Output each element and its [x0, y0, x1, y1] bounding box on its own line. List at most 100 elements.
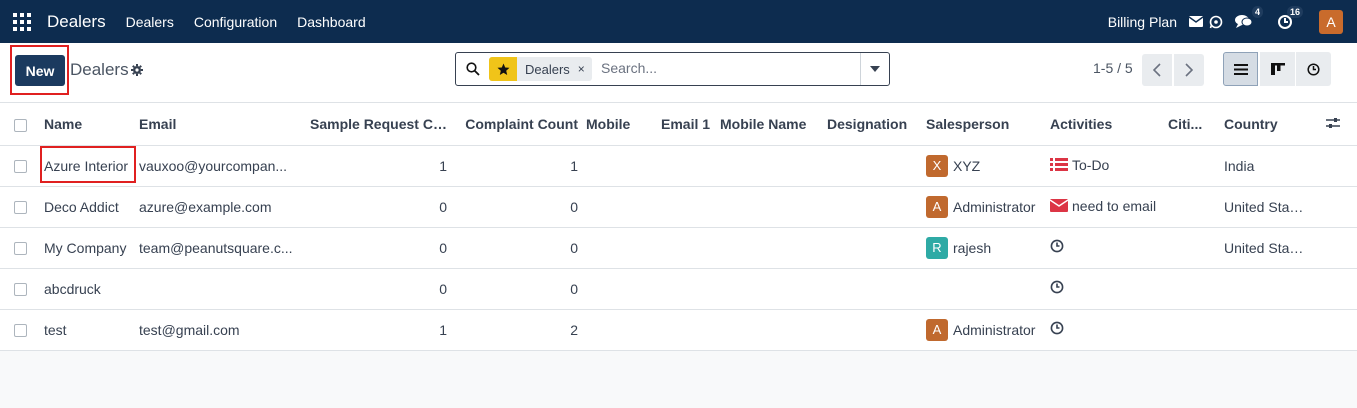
apps-grid-icon[interactable] — [13, 12, 31, 31]
cell-salesperson[interactable]: A Administrator — [922, 186, 1046, 228]
search-dropdown-toggle[interactable] — [860, 53, 889, 85]
search-facet[interactable]: Dealers × — [489, 57, 592, 81]
cell-sample-count: 0 — [306, 186, 451, 228]
col-name[interactable]: Name — [40, 103, 135, 146]
activity-view-button[interactable] — [1296, 52, 1331, 86]
avatar: A — [926, 318, 948, 341]
pager-previous-button[interactable] — [1142, 54, 1172, 86]
search-input[interactable] — [601, 60, 856, 76]
new-button-highlight: New — [10, 45, 69, 95]
salesperson-name: XYZ — [953, 157, 981, 174]
col-cities[interactable]: Citi... — [1164, 103, 1220, 146]
cell-sample-count: 1 — [306, 145, 451, 187]
control-panel: New Dealers Dealers × 1-5 / 5 — [0, 43, 1357, 103]
clock-icon[interactable] — [1050, 239, 1064, 253]
table-row[interactable]: Deco Addict azure@example.com 0 0 A Admin… — [0, 186, 1357, 228]
col-mobile-name[interactable]: Mobile Name — [716, 103, 823, 146]
cell-name[interactable]: Deco Addict — [40, 186, 135, 228]
list-view-button[interactable] — [1223, 52, 1258, 86]
cell-country: United States — [1220, 186, 1308, 228]
col-email-1[interactable]: Email 1 — [649, 103, 716, 146]
salesperson-name: Administrator — [953, 321, 1036, 338]
page-title[interactable]: Dealers — [70, 60, 129, 80]
whatsapp-icon[interactable] — [1209, 15, 1223, 29]
cell-complaint-count: 1 — [451, 145, 582, 187]
search-bar[interactable]: Dealers × — [455, 52, 890, 86]
pager-next-button[interactable] — [1174, 54, 1204, 86]
menu-configuration[interactable]: Configuration — [194, 14, 277, 30]
cell-sample-count: 0 — [306, 268, 451, 310]
cell-country: United States — [1220, 227, 1308, 269]
cell-sample-count: 1 — [306, 309, 451, 351]
cell-activity[interactable]: need to email — [1046, 186, 1164, 228]
clock-icon — [1307, 62, 1320, 76]
table-row[interactable]: Azure Interior vauxoo@yourcompan... 1 1 … — [0, 145, 1357, 187]
billing-plan-link[interactable]: Billing Plan — [1108, 14, 1177, 30]
activity-badge: 16 — [1286, 5, 1303, 18]
user-avatar[interactable]: A — [1319, 9, 1343, 34]
kanban-view-button[interactable] — [1260, 52, 1295, 86]
activity-label: To-Do — [1072, 156, 1110, 173]
col-mobile[interactable]: Mobile — [582, 103, 649, 146]
menu-dealers[interactable]: Dealers — [126, 14, 174, 30]
col-designation[interactable]: Designation — [823, 103, 922, 146]
activity-clock-icon[interactable]: 16 — [1277, 5, 1303, 30]
facet-close-icon[interactable]: × — [578, 62, 592, 76]
activity-label: need to email — [1072, 197, 1157, 214]
cell-activity[interactable] — [1046, 309, 1164, 351]
salesperson-name: rajesh — [953, 239, 992, 256]
table-row[interactable]: My Company team@peanutsquare.c... 0 0 Rr… — [0, 227, 1357, 269]
cell-activity[interactable]: To-Do — [1046, 145, 1164, 187]
row-checkbox[interactable] — [14, 324, 27, 338]
cell-activity[interactable] — [1046, 268, 1164, 310]
cell-name[interactable]: test — [40, 309, 135, 351]
cell-complaint-count: 0 — [451, 227, 582, 269]
avatar: X — [926, 154, 948, 177]
cell-name[interactable]: abcdruck — [40, 268, 135, 310]
table-header-row: Name Email Sample Request Co... Complain… — [0, 103, 1357, 146]
cell-salesperson[interactable]: Rrajesh — [922, 227, 1046, 269]
cell-activity[interactable] — [1046, 227, 1164, 269]
select-all-checkbox[interactable] — [14, 118, 27, 132]
col-country[interactable]: Country — [1220, 103, 1308, 146]
caret-down-icon — [870, 66, 880, 72]
list-icon — [1233, 63, 1248, 75]
row-checkbox[interactable] — [14, 160, 27, 174]
avatar: R — [926, 236, 948, 259]
optional-columns-icon[interactable] — [1325, 116, 1340, 132]
col-salesperson[interactable]: Salesperson — [922, 103, 1046, 146]
row-checkbox[interactable] — [14, 242, 27, 256]
envelope-icon[interactable] — [1189, 16, 1203, 27]
new-button[interactable]: New — [15, 55, 65, 86]
col-email[interactable]: Email — [135, 103, 306, 146]
clock-icon[interactable] — [1050, 280, 1064, 294]
col-sample-request-count[interactable]: Sample Request Co... — [306, 103, 451, 146]
cell-salesperson[interactable]: A Administrator — [922, 309, 1046, 351]
envelope-icon — [1050, 199, 1068, 213]
star-icon — [489, 57, 517, 81]
salesperson-name: Administrator — [953, 198, 1036, 215]
cell-salesperson[interactable]: X XYZ — [922, 145, 1046, 187]
cell-name[interactable]: Azure Interior — [40, 145, 135, 187]
table-row[interactable]: abcdruck 0 0 — [0, 268, 1357, 310]
gear-icon[interactable] — [131, 63, 143, 79]
chat-icon[interactable]: 4 — [1235, 6, 1263, 29]
col-activities[interactable]: Activities — [1046, 103, 1164, 146]
col-complaint-count[interactable]: Complaint Count — [451, 103, 582, 146]
chat-badge: 4 — [1251, 6, 1263, 18]
row-checkbox[interactable] — [14, 201, 27, 215]
row-checkbox[interactable] — [14, 283, 27, 297]
cell-name[interactable]: My Company — [40, 227, 135, 269]
pager-value[interactable]: 1-5 / 5 — [1093, 60, 1133, 76]
menu-dashboard[interactable]: Dashboard — [297, 14, 366, 30]
cell-salesperson[interactable] — [922, 268, 1046, 310]
cell-country — [1220, 268, 1308, 310]
cell-email: vauxoo@yourcompan... — [135, 145, 306, 187]
clock-icon[interactable] — [1050, 321, 1064, 335]
table-row[interactable]: test test@gmail.com 1 2 A Administrator — [0, 309, 1357, 351]
cell-complaint-count: 0 — [451, 186, 582, 228]
cell-country: India — [1220, 145, 1308, 187]
app-brand[interactable]: Dealers — [47, 12, 106, 32]
top-navbar: Dealers Dealers Configuration Dashboard … — [0, 0, 1357, 43]
cell-complaint-count: 0 — [451, 268, 582, 310]
